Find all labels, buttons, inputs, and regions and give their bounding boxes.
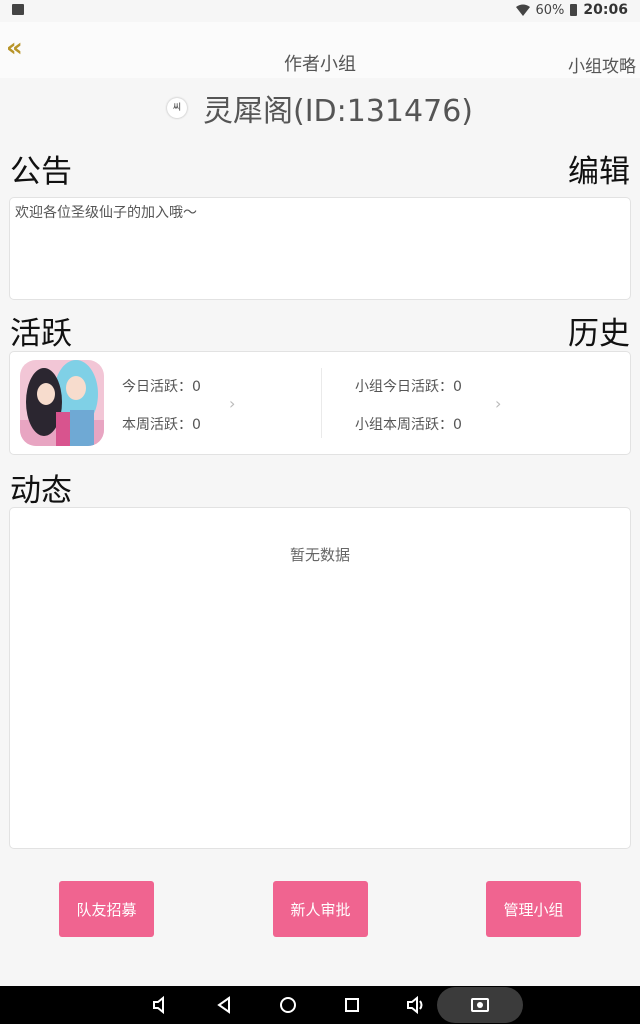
system-nav-bar: [0, 986, 640, 1024]
back-icon[interactable]: [214, 994, 236, 1016]
group-avatar: 씨: [167, 98, 187, 118]
edit-notice-button[interactable]: 编辑: [568, 146, 630, 191]
home-icon[interactable]: [277, 994, 299, 1016]
clock: 20:06: [583, 2, 628, 18]
volume-down-icon[interactable]: [150, 994, 172, 1016]
group-week-activity: 小组本周活跃：0: [355, 417, 462, 433]
today-activity: 今日活跃：0: [122, 379, 201, 395]
group-guide-link[interactable]: 小组攻略: [568, 52, 636, 77]
group-name-row: 씨 灵犀阁(ID:131476): [0, 86, 640, 130]
personal-activity-chevron-icon[interactable]: ›: [229, 394, 235, 413]
activity-heading: 活跃: [10, 316, 72, 352]
recruit-teammates-button[interactable]: 队友招募: [59, 881, 154, 937]
group-title: 灵犀阁(ID:131476): [203, 94, 473, 129]
activity-divider: [321, 368, 322, 438]
feed-heading: 动态: [10, 473, 72, 509]
screenshot-icon: [471, 998, 489, 1012]
screenshot-pill[interactable]: [437, 987, 523, 1023]
status-bar: 60% 20:06: [0, 0, 640, 22]
notice-heading: 公告: [10, 154, 72, 190]
battery-percent: 60%: [535, 2, 565, 18]
user-avatar: [20, 360, 104, 446]
history-button[interactable]: 历史: [568, 308, 630, 353]
page-title: 作者小组: [284, 54, 356, 75]
new-member-approval-button[interactable]: 新人审批: [273, 881, 368, 937]
empty-state-text: 暂无数据: [289, 546, 350, 564]
recents-icon[interactable]: [341, 994, 363, 1016]
week-activity: 本周活跃：0: [122, 417, 201, 433]
volume-up-icon[interactable]: [405, 994, 427, 1016]
notice-card: 欢迎各位圣级仙子的加入哦～: [9, 197, 631, 300]
activity-card: 今日活跃：0 本周活跃：0 › 小组今日活跃：0 小组本周活跃：0 ›: [9, 351, 631, 455]
wifi-icon: [515, 4, 530, 16]
group-activity-chevron-icon[interactable]: ›: [495, 394, 501, 413]
app-header: « 作者小组 小组攻略: [0, 22, 640, 78]
image-notification-icon: [12, 4, 24, 15]
battery-icon: [570, 4, 578, 16]
manage-group-button[interactable]: 管理小组: [486, 881, 581, 937]
group-today-activity: 小组今日活跃：0: [355, 379, 462, 395]
notice-text: 欢迎各位圣级仙子的加入哦～: [15, 205, 197, 221]
feed-card: 暂无数据: [9, 507, 631, 849]
